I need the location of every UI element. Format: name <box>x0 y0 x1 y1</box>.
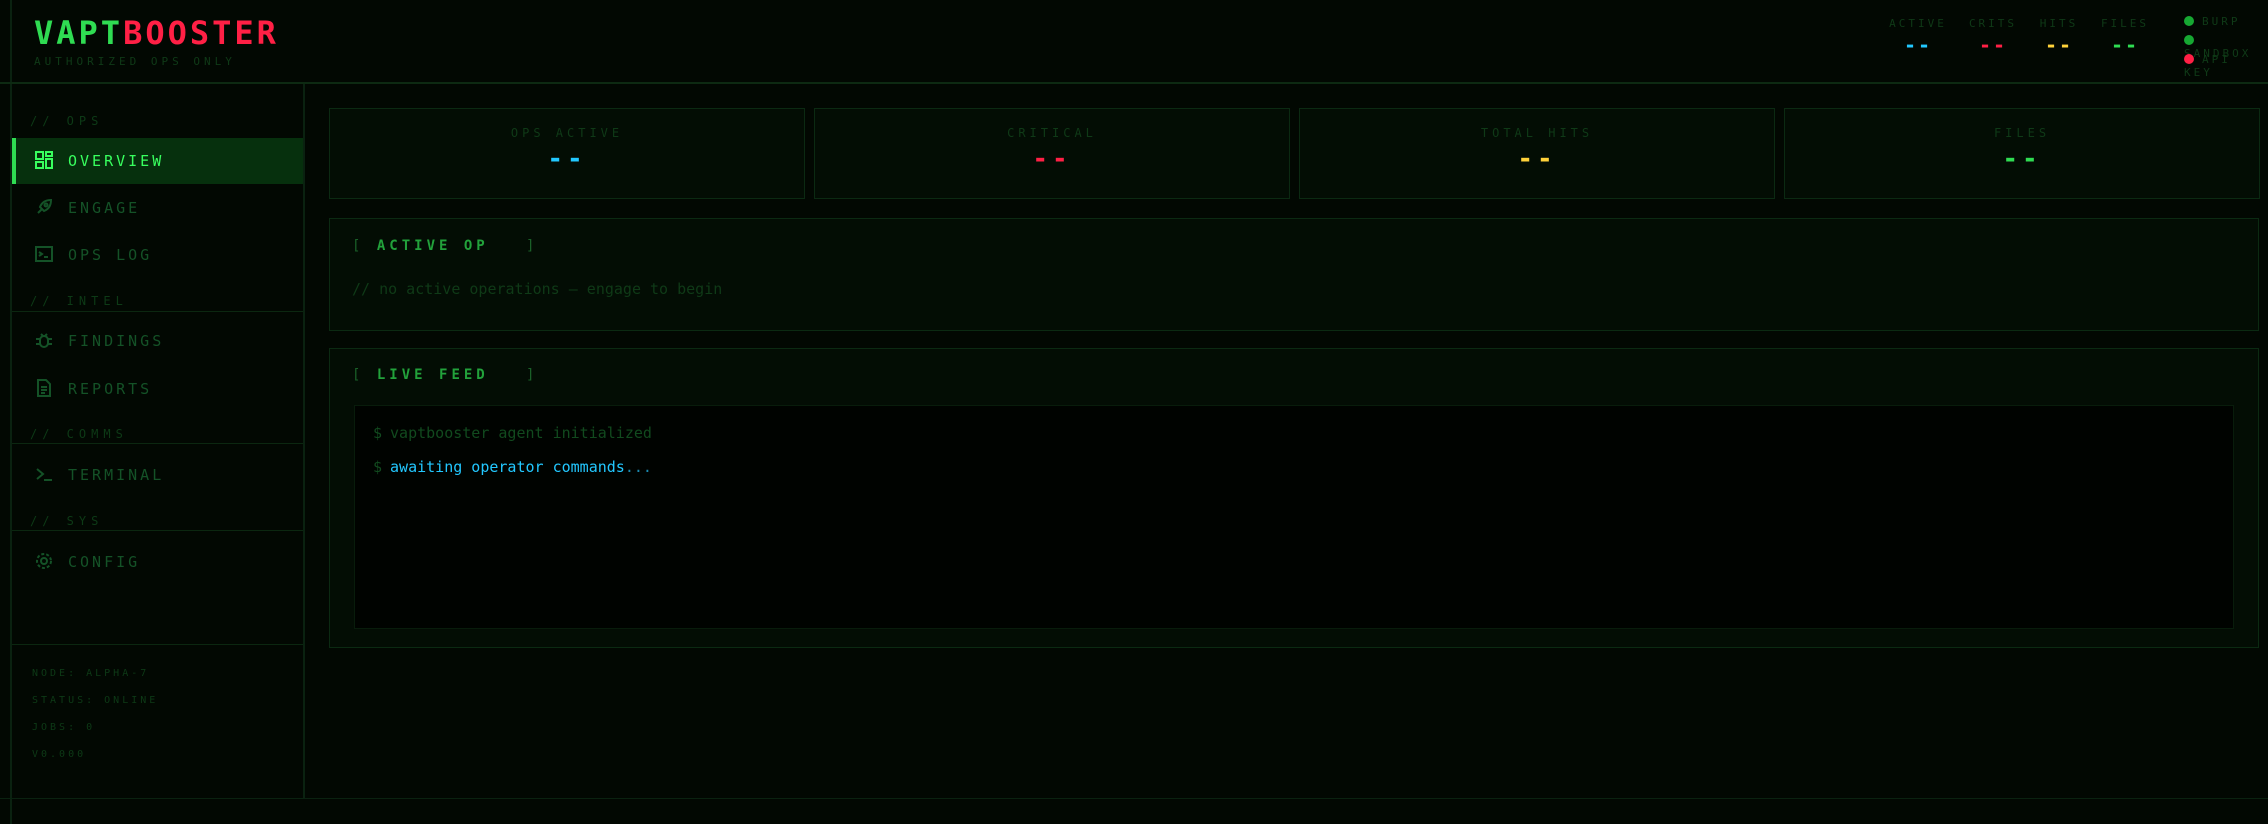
header-stat-label: ACTIVE <box>1889 17 1947 30</box>
service-status-api-key: API KEY <box>2184 53 2268 79</box>
sidebar-item-label: TERMINAL <box>68 466 165 484</box>
sidebar-item-label: FINDINGS <box>68 332 165 350</box>
title-bracket: [ <box>352 367 365 383</box>
stat-card-value: -- <box>2002 144 2042 174</box>
prompt-symbol: $ <box>373 424 383 442</box>
section-label-comms: // COMMS <box>30 427 128 441</box>
prompt-icon <box>34 464 56 486</box>
sidebar-item-label: OPS LOG <box>68 246 153 264</box>
sidebar-item-engage[interactable]: ENGAGE <box>12 185 303 231</box>
section-label-intel: // INTEL <box>30 294 128 308</box>
log-line: $ vaptbooster agent initialized <box>373 424 652 442</box>
stat-card-value: -- <box>1032 144 1072 174</box>
panel-title-text: ACTIVE OP <box>376 238 489 254</box>
section-divider <box>12 443 303 444</box>
header-stat-value: -- <box>2110 33 2140 57</box>
title-bracket: ] <box>526 238 539 254</box>
sidebar-footer-divider <box>12 644 303 645</box>
sidebar-item-findings[interactable]: FINDINGS <box>12 318 303 364</box>
dashboard-icon <box>34 150 56 172</box>
log-line-ellipsis: ... <box>624 458 652 476</box>
logo-part-vapt: VAPT <box>34 14 124 52</box>
terminal-box-icon <box>34 244 56 266</box>
header-stat-value: -- <box>1903 33 1933 57</box>
stat-card-label: CRITICAL <box>1007 126 1097 140</box>
sidebar-item-label: ENGAGE <box>68 199 141 217</box>
jobs-meta: JOBS: 0 <box>32 722 96 733</box>
log-output[interactable]: $ vaptbooster agent initialized $ awaiting… <box>354 405 2234 629</box>
prompt-symbol: $ <box>373 458 383 476</box>
sidebar: // OPS OVERVIEW ENGAGE OPS LOG // INTEL … <box>12 84 305 798</box>
sidebar-item-terminal[interactable]: TERMINAL <box>12 452 303 498</box>
section-label-ops: // OPS <box>30 114 104 128</box>
live-feed-panel: [ LIVE FEED ] $ vaptbooster agent initial… <box>329 348 2259 648</box>
logo-part-booster: BOOSTER <box>123 14 279 52</box>
sidebar-item-config[interactable]: CONFIG <box>12 539 303 585</box>
log-line-text: vaptbooster agent initialized <box>390 424 652 442</box>
header-stat-active: ACTIVE -- <box>1878 17 1958 57</box>
gear-icon <box>34 551 56 573</box>
service-label: BURP <box>2202 15 2241 28</box>
tagline: AUTHORIZED OPS ONLY <box>34 55 236 68</box>
status-meta: STATUS: ONLINE <box>32 695 159 706</box>
app-logo: VAPTBOOSTER <box>34 14 279 52</box>
stat-card-label: TOTAL HITS <box>1480 126 1594 140</box>
panel-title: [ LIVE FEED ] <box>352 367 538 383</box>
document-icon <box>34 378 56 400</box>
status-dot-icon <box>2184 54 2194 64</box>
panel-title: [ ACTIVE OP ] <box>352 238 538 254</box>
status-dot-icon <box>2184 16 2194 26</box>
sidebar-item-label: CONFIG <box>68 553 141 571</box>
bottom-divider <box>0 798 2268 799</box>
sidebar-item-overview[interactable]: OVERVIEW <box>12 138 303 184</box>
sidebar-item-label: REPORTS <box>68 380 153 398</box>
stat-card-value: -- <box>1517 144 1557 174</box>
panel-title-text: LIVE FEED <box>376 367 489 383</box>
section-divider <box>12 530 303 531</box>
sidebar-item-label: OVERVIEW <box>68 152 165 170</box>
log-line: $ awaiting operator commands... <box>373 458 652 476</box>
node-meta: NODE: ALPHA-7 <box>32 668 150 679</box>
status-dot-icon <box>2184 35 2194 45</box>
section-divider <box>12 311 303 312</box>
section-label-sys: // SYS <box>30 514 104 528</box>
bug-icon <box>34 330 56 352</box>
rocket-icon <box>34 197 56 219</box>
active-op-panel: [ ACTIVE OP ] // no active operations — … <box>329 218 2259 331</box>
top-header: VAPTBOOSTER AUTHORIZED OPS ONLY ACTIVE -… <box>0 0 2268 84</box>
stat-card-label: OPS ACTIVE <box>510 126 624 140</box>
version-meta: V0.000 <box>32 749 87 760</box>
stat-card-value: -- <box>547 144 587 174</box>
stat-card-ops-active: OPS ACTIVE -- <box>329 108 805 199</box>
log-line-text: awaiting operator commands <box>390 458 625 476</box>
header-stat-label: FILES <box>2100 17 2150 30</box>
stat-card-critical: CRITICAL -- <box>814 108 1290 199</box>
stat-card-total-hits: TOTAL HITS -- <box>1299 108 1775 199</box>
title-bracket: [ <box>352 238 365 254</box>
sidebar-item-reports[interactable]: REPORTS <box>12 366 303 412</box>
stat-card-label: FILES <box>1993 126 2051 140</box>
header-stat-files: FILES -- <box>2085 17 2165 57</box>
service-status-burp: BURP <box>2184 15 2241 28</box>
sidebar-item-ops-log[interactable]: OPS LOG <box>12 232 303 278</box>
empty-state-text: // no active operations — engage to begi… <box>352 280 723 298</box>
title-bracket: ] <box>526 367 539 383</box>
stat-card-files: FILES -- <box>1784 108 2260 199</box>
